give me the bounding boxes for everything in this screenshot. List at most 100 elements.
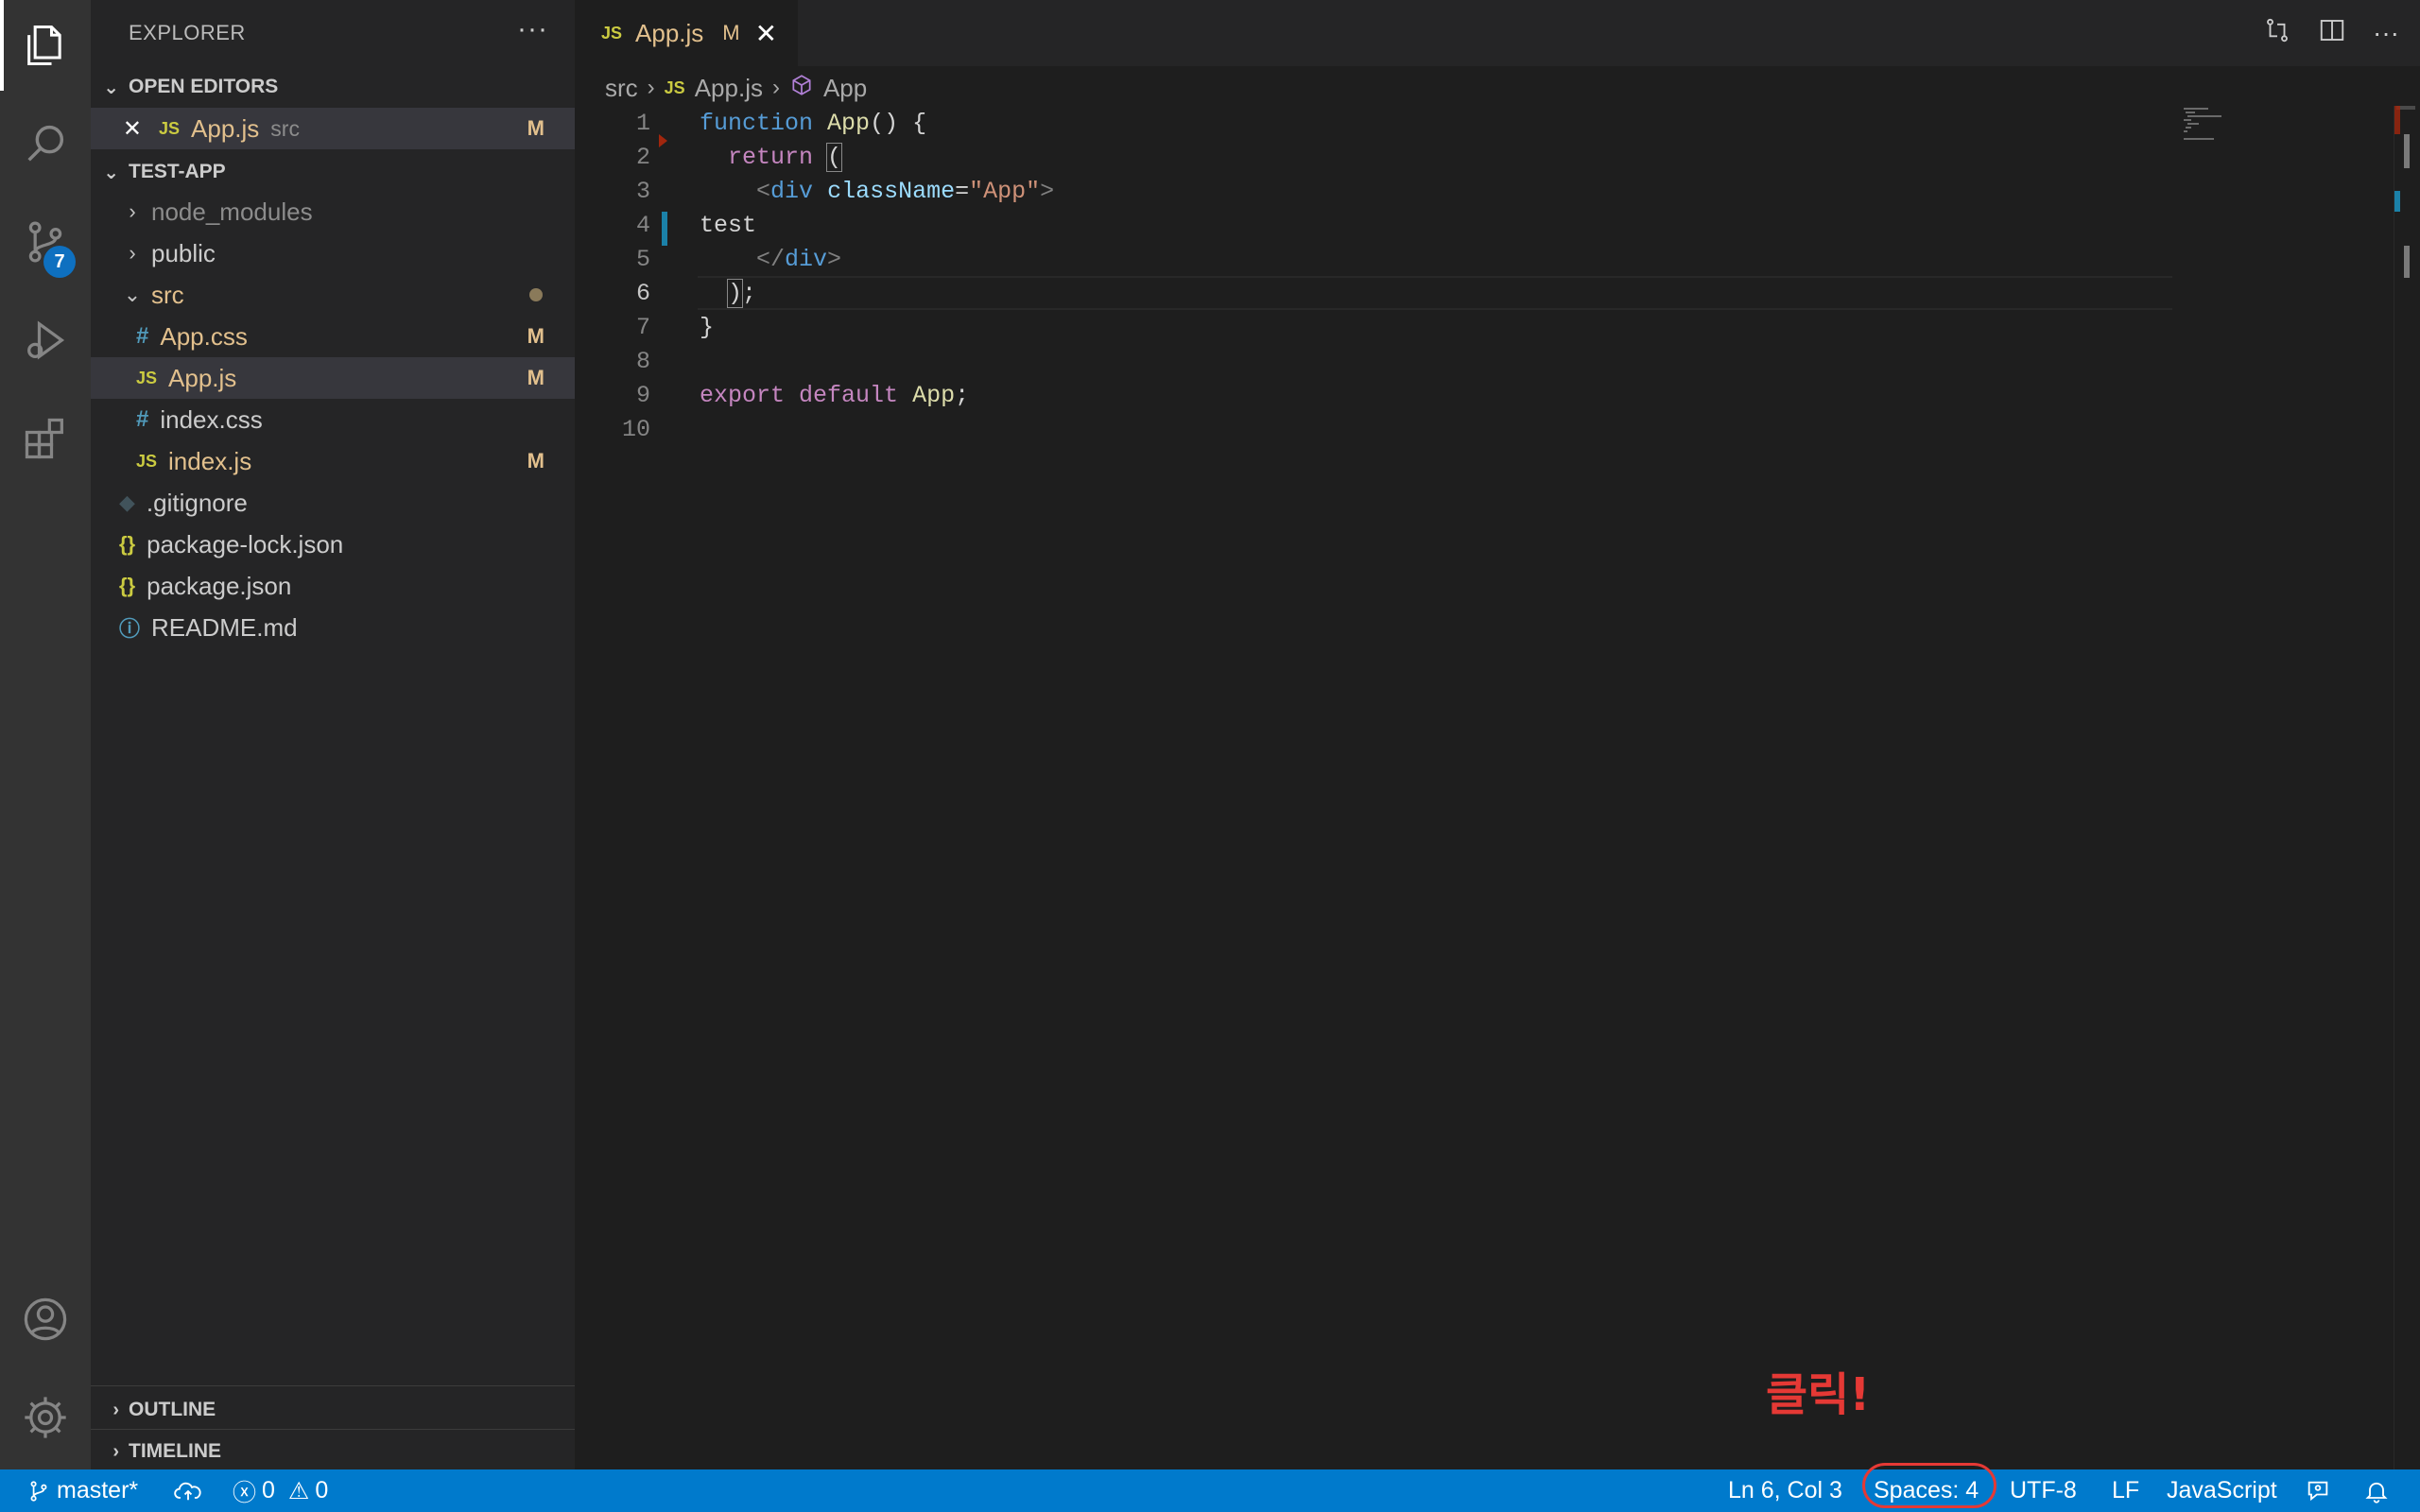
chevron-down-icon: ⌄ [103, 162, 119, 183]
line-number: 6 [635, 279, 650, 307]
minimap[interactable] [2174, 106, 2392, 163]
git-file-icon: ◆ [119, 490, 135, 514]
tree-file-gitignore[interactable]: ◆ .gitignore [91, 482, 575, 524]
tree-item-label: src [151, 280, 184, 309]
tab-label: App.js [635, 18, 704, 47]
line-number: 8 [635, 347, 650, 375]
explorer-sidebar: EXPLORER ··· ⌄ OPEN EDITORS ✕ JS App.js … [91, 0, 575, 1469]
warning-count: 0 [315, 1477, 329, 1503]
open-editors-header[interactable]: ⌄ OPEN EDITORS [91, 68, 575, 106]
breadcrumb-file[interactable]: App.js [695, 74, 763, 103]
chevron-right-icon: › [771, 75, 780, 100]
line-number: 3 [635, 177, 650, 205]
modified-badge: M [527, 449, 544, 472]
tree-folder-src[interactable]: ⌄ src [91, 274, 575, 316]
modified-badge: M [527, 116, 544, 140]
chevron-right-icon: › [112, 1399, 119, 1420]
open-editor-item[interactable]: ✕ JS App.js src M [91, 108, 575, 149]
tree-folder-public[interactable]: › public [91, 232, 575, 274]
activity-bar: 7 [0, 0, 91, 1469]
code-line-current: 6 ); [575, 276, 2172, 310]
tree-item-label: index.js [168, 446, 252, 475]
accounts-activity[interactable] [0, 1274, 91, 1365]
project-header[interactable]: ⌄ TEST-APP [91, 153, 575, 191]
code-text: function App() { [700, 109, 927, 137]
search-activity[interactable] [0, 98, 91, 189]
code-text: ); [727, 278, 757, 308]
code-text: } [700, 313, 715, 341]
run-debug-activity[interactable] [0, 295, 91, 386]
line-number: 2 [635, 143, 650, 171]
encoding-status[interactable]: UTF-8 [2010, 1469, 2077, 1512]
tree-item-label: App.css [160, 321, 248, 351]
explorer-activity[interactable] [0, 0, 91, 91]
tree-file-app-js[interactable]: JS App.js M [91, 357, 575, 399]
language-mode[interactable]: JavaScript [2167, 1469, 2277, 1512]
sidebar-title: EXPLORER [129, 21, 246, 44]
json-file-icon: {} [119, 532, 136, 556]
line-number: 4 [635, 211, 650, 239]
feedback-icon[interactable] [2305, 1469, 2331, 1512]
chevron-right-icon: › [647, 75, 655, 100]
branch-name: master* [57, 1477, 139, 1503]
open-editor-folder: src [270, 115, 300, 141]
overview-ruler[interactable] [2394, 106, 2420, 1469]
tree-folder-node-modules[interactable]: › node_modules [91, 191, 575, 232]
code-editor[interactable]: 1 function App() { 2 return ( 3 <div cla… [575, 106, 2420, 1469]
tree-file-index-js[interactable]: JS index.js M [91, 440, 575, 482]
cursor-position[interactable]: Ln 6, Col 3 [1728, 1469, 1842, 1512]
modified-badge: M [527, 366, 544, 389]
branch-status[interactable]: master* [26, 1469, 138, 1512]
run-debug-icon [27, 320, 65, 360]
tab-modified-badge: M [722, 21, 740, 44]
extensions-activity[interactable] [0, 393, 91, 484]
divider [91, 1429, 575, 1430]
compare-icon[interactable] [2263, 16, 2291, 51]
tree-item-label: index.css [160, 404, 263, 434]
notifications-icon[interactable] [2363, 1469, 2390, 1512]
line-number: 7 [635, 313, 650, 341]
source-control-activity[interactable]: 7 [0, 197, 91, 287]
tree-file-readme[interactable]: ⓘ README.md [91, 607, 575, 648]
warning-icon: ⚠ [287, 1477, 310, 1504]
js-file-icon: JS [664, 77, 685, 97]
code-line: 5 </div> [575, 242, 2172, 276]
close-icon[interactable]: ✕ [755, 18, 777, 49]
info-file-icon: ⓘ [119, 617, 141, 641]
tab-app-js[interactable]: JS App.js M ✕ [575, 0, 798, 66]
tree-file-index-css[interactable]: # index.css [91, 399, 575, 440]
cloud-upload-icon [174, 1482, 201, 1500]
breadcrumb-folder[interactable]: src [605, 74, 638, 103]
tree-file-package-lock[interactable]: {} package-lock.json [91, 524, 575, 565]
line-number: 5 [635, 245, 650, 273]
tree-item-label: node_modules [151, 197, 313, 226]
problems-status[interactable]: ⓧ 0 ⚠ 0 [233, 1469, 328, 1512]
outline-header[interactable]: › OUTLINE [91, 1391, 575, 1429]
open-editor-filename: App.js [191, 113, 260, 143]
css-file-icon: # [136, 323, 149, 349]
chevron-down-icon: ⌄ [123, 283, 142, 306]
json-file-icon: {} [119, 574, 136, 597]
breadcrumb-symbol[interactable]: App [823, 74, 867, 103]
code-text: export default App; [700, 381, 970, 409]
timeline-header[interactable]: › TIMELINE [91, 1433, 575, 1470]
timeline-label: TIMELINE [129, 1440, 221, 1462]
settings-activity[interactable] [0, 1372, 91, 1463]
chevron-right-icon: › [129, 241, 136, 265]
tree-file-package-json[interactable]: {} package.json [91, 565, 575, 607]
error-icon: ⓧ [233, 1479, 257, 1506]
eol-status[interactable]: LF [2112, 1469, 2139, 1512]
tree-file-app-css[interactable]: # App.css M [91, 316, 575, 357]
chevron-right-icon: › [129, 199, 136, 223]
more-icon[interactable]: ··· [2373, 18, 2399, 48]
code-line: 2 return ( [575, 140, 2172, 174]
more-actions-icon[interactable]: ··· [517, 13, 548, 45]
editor-tabs: JS App.js M ✕ ··· [575, 0, 2420, 66]
line-number: 9 [635, 381, 650, 409]
modified-badge: M [527, 324, 544, 348]
code-line: 9 export default App; [575, 378, 2172, 412]
line-number: 1 [635, 109, 650, 137]
close-icon[interactable]: ✕ [91, 115, 142, 143]
sync-status[interactable] [174, 1469, 202, 1512]
split-editor-icon[interactable] [2318, 16, 2346, 51]
